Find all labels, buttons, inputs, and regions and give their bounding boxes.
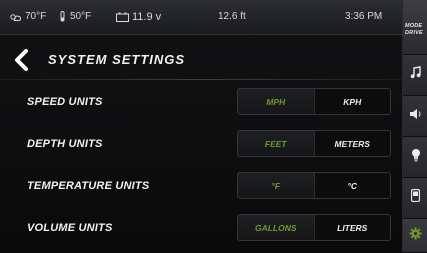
temperature-option-fahrenheit[interactable]: °F: [238, 173, 315, 198]
air-temp-status: 70°F: [9, 11, 46, 22]
drive-label: DRIVE: [405, 30, 423, 36]
temperature-units-toggle: °F °C: [237, 172, 391, 199]
volume-button[interactable]: [403, 96, 427, 137]
air-temp-icon: [9, 12, 22, 22]
battery-value: 11.9 v: [132, 11, 162, 23]
phone-button[interactable]: [403, 178, 427, 219]
main-panel: 70°F 50°F 11.9 v 12.6 ft 3:36 PM SYSTEM …: [0, 0, 402, 252]
mode-label: MODE: [405, 23, 423, 29]
depth-option-feet[interactable]: FEET: [238, 131, 315, 156]
chevron-left-icon: [12, 49, 34, 76]
lights-button[interactable]: [403, 137, 427, 178]
speed-option-kph[interactable]: KPH: [315, 89, 391, 114]
temperature-units-row: TEMPERATURE UNITS °F °C: [0, 166, 402, 206]
depth-value: 12.6 ft: [218, 11, 246, 22]
temperature-option-celsius[interactable]: °C: [315, 173, 391, 198]
thermometer-icon: [58, 11, 67, 22]
light-bulb-icon: [411, 148, 421, 167]
volume-units-label: VOLUME UNITS: [27, 222, 113, 234]
water-temp-value: 50°F: [70, 11, 92, 22]
water-temp-status: 50°F: [58, 11, 91, 22]
depth-units-row: DEPTH UNITS FEET METERS: [0, 124, 402, 164]
back-button[interactable]: [12, 48, 34, 72]
volume-option-liters[interactable]: LITERS: [315, 215, 391, 240]
music-button[interactable]: [403, 55, 427, 96]
volume-option-gallons[interactable]: GALLONS: [238, 215, 315, 240]
battery-icon: [116, 12, 129, 22]
settings-gear-icon: [409, 227, 422, 245]
header-divider: [0, 79, 402, 80]
speed-units-row: SPEED UNITS MPH KPH: [0, 82, 402, 122]
air-temp-value: 70°F: [25, 11, 47, 22]
depth-option-meters[interactable]: METERS: [315, 131, 391, 156]
clock: 3:36 PM: [345, 11, 382, 22]
status-bar: 70°F 50°F 11.9 v 12.6 ft 3:36 PM: [0, 0, 402, 35]
music-icon: [410, 66, 422, 84]
right-sidebar: MODE DRIVE: [402, 0, 427, 253]
settings-button[interactable]: [403, 219, 427, 253]
temperature-units-label: TEMPERATURE UNITS: [27, 180, 150, 192]
battery-status: 11.9 v: [116, 11, 161, 23]
mode-drive-button[interactable]: MODE DRIVE: [403, 0, 427, 55]
page-header: SYSTEM SETTINGS: [0, 44, 402, 76]
volume-icon: [409, 107, 423, 125]
page-title: SYSTEM SETTINGS: [48, 52, 186, 67]
speed-units-toggle: MPH KPH: [237, 88, 391, 115]
depth-units-label: DEPTH UNITS: [27, 138, 103, 150]
speed-units-label: SPEED UNITS: [27, 96, 103, 108]
volume-units-row: VOLUME UNITS GALLONS LITERS: [0, 208, 402, 248]
depth-status: 12.6 ft: [218, 11, 246, 22]
speed-option-mph[interactable]: MPH: [238, 89, 315, 114]
time-value: 3:36 PM: [345, 11, 383, 22]
phone-icon: [410, 188, 421, 207]
depth-units-toggle: FEET METERS: [237, 130, 391, 157]
volume-units-toggle: GALLONS LITERS: [237, 214, 391, 241]
